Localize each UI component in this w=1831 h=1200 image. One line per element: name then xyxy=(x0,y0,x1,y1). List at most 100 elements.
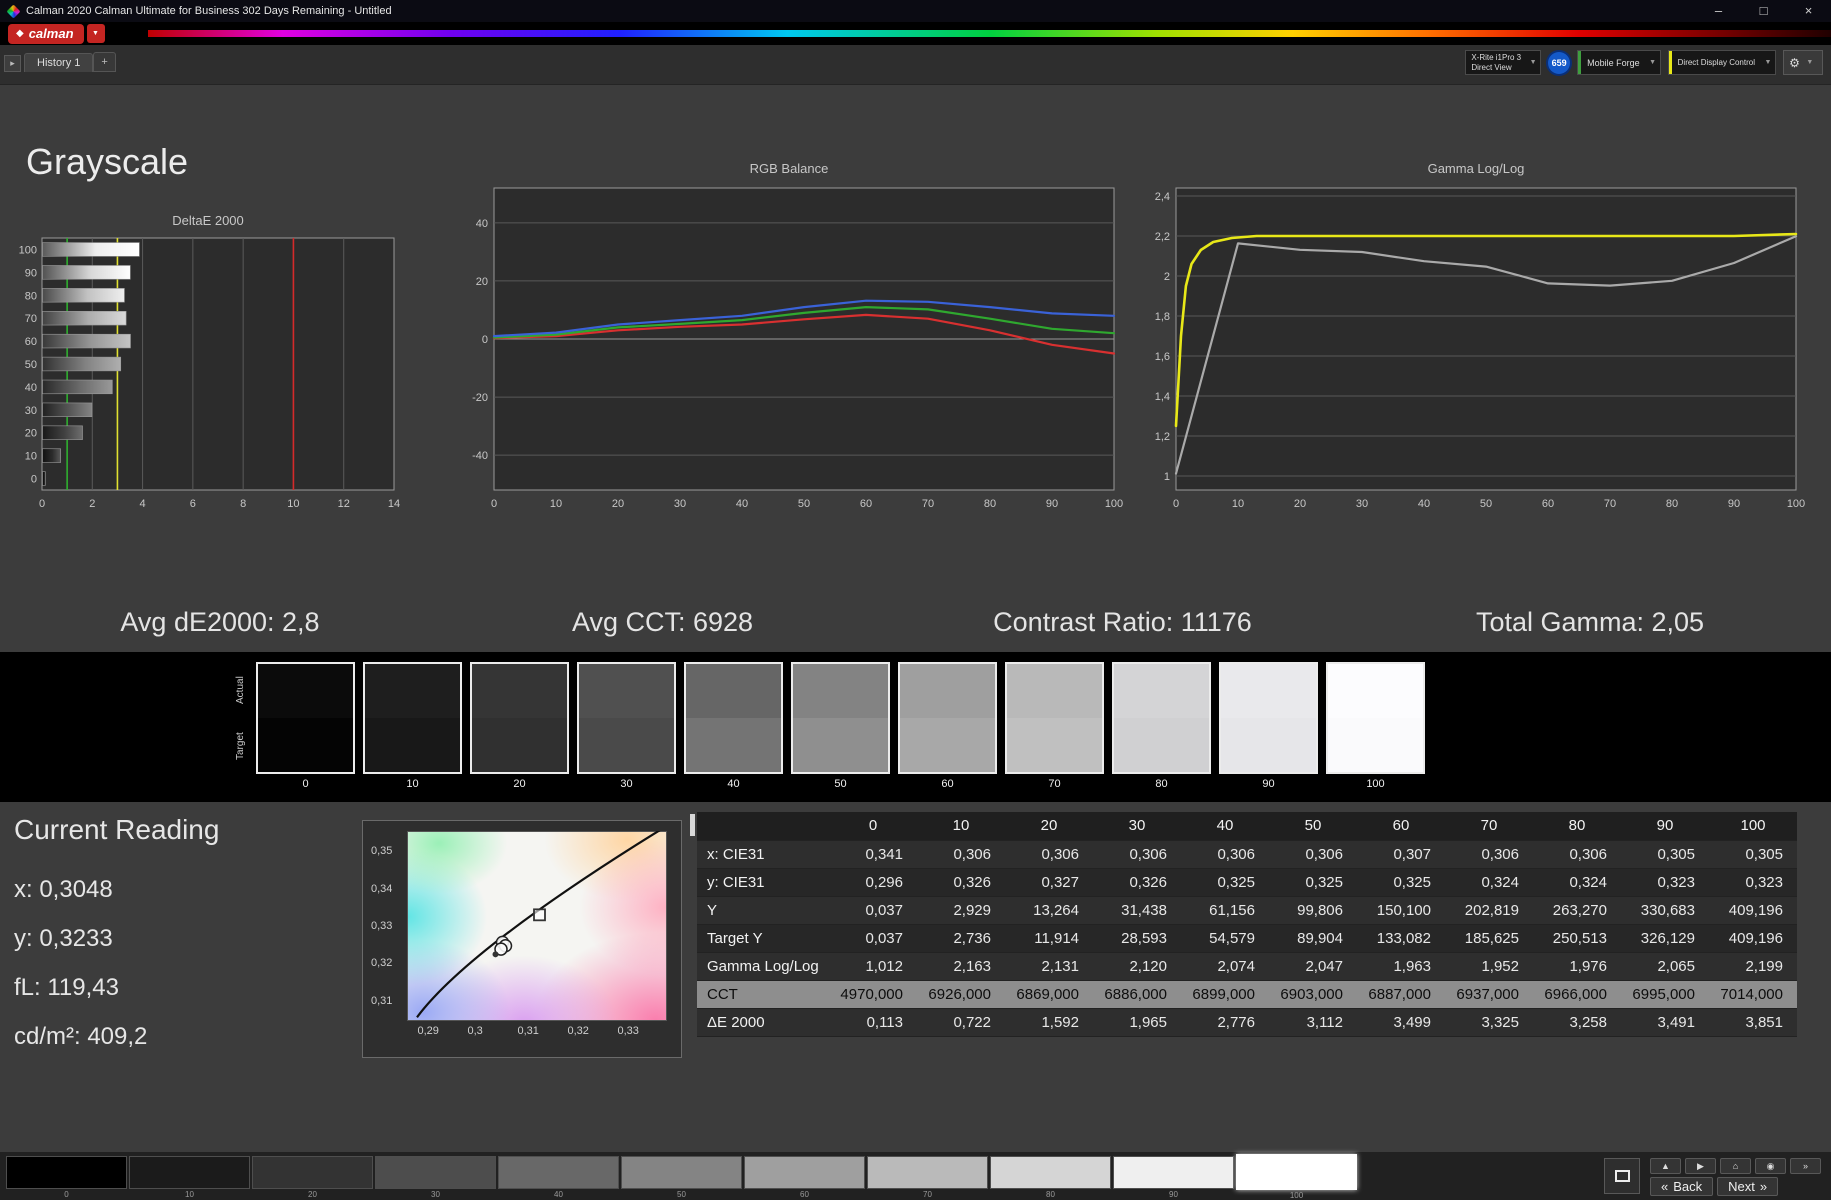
swatch-target-20 xyxy=(472,718,567,772)
swatch-label-60: 60 xyxy=(941,778,954,790)
back-button[interactable]: « Back xyxy=(1650,1177,1714,1196)
target-point-marker xyxy=(533,908,546,922)
row-label: Target Y xyxy=(697,924,829,953)
svg-text:10: 10 xyxy=(550,498,562,510)
pattern-level-button-30[interactable] xyxy=(375,1156,496,1189)
cell-value: 0,113 xyxy=(829,1008,917,1037)
table-row-x-cie31[interactable]: x: CIE31 0,341 0,306 0,306 0,306 0,306 0,306 0,… xyxy=(697,840,1797,869)
svg-text:20: 20 xyxy=(612,498,624,510)
pattern-level-button-70[interactable] xyxy=(867,1156,988,1189)
measured-point-small xyxy=(492,951,499,958)
cell-value: 3,491 xyxy=(1621,1008,1709,1037)
pattern-window-button[interactable] xyxy=(1604,1158,1640,1194)
cell-value: 0,341 xyxy=(829,840,917,869)
cell-value: 54,579 xyxy=(1181,924,1269,953)
meter-status-badge: 659 xyxy=(1548,51,1571,74)
cie-y-tick: 0,34 xyxy=(371,882,393,895)
deltae-bar-100 xyxy=(42,242,140,257)
minimize-button[interactable]: – xyxy=(1696,0,1741,22)
pattern-level-button-0[interactable] xyxy=(6,1156,127,1189)
calman-menu-dropdown[interactable]: ▼ xyxy=(86,24,105,43)
pattern-level-buttons: 0 10 20 30 40 50 60 70 80 90 100 xyxy=(6,1154,1357,1200)
swatch-axis-labels: Actual Target xyxy=(235,662,252,774)
title-bar: Calman 2020 Calman Ultimate for Business… xyxy=(0,0,1831,22)
display-control-selector[interactable]: Direct Display Control ▼ xyxy=(1667,50,1776,75)
cell-value: 0,306 xyxy=(1181,840,1269,869)
current-reading-title: Current Reading xyxy=(14,814,220,845)
source-selector[interactable]: Mobile Forge ▼ xyxy=(1577,50,1661,75)
column-header-20: 20 xyxy=(1005,812,1093,841)
svg-text:60: 60 xyxy=(860,498,872,510)
pattern-level-button-50[interactable] xyxy=(621,1156,742,1189)
next-button[interactable]: Next » xyxy=(1717,1177,1779,1196)
pattern-level-0: 0 xyxy=(6,1156,127,1200)
table-row-gamma-log-log[interactable]: Gamma Log/Log 1,012 2,163 2,131 2,120 2,074 2,… xyxy=(697,952,1797,981)
cell-value: 13,264 xyxy=(1005,896,1093,925)
swatch-90: 90 xyxy=(1219,662,1318,802)
measure-button[interactable]: ▶ xyxy=(1685,1158,1716,1174)
calman-logo[interactable]: ◆ calman ▼ xyxy=(8,23,105,44)
pattern-level-button-90[interactable] xyxy=(1113,1156,1234,1189)
table-row-y[interactable]: Y 0,037 2,929 13,264 31,438 61,156 99,806 150,1… xyxy=(697,896,1797,925)
tab-expander-button[interactable]: ▸ xyxy=(4,55,21,72)
lower-section: Current Reading x: 0,3048 y: 0,3233 fL: 11… xyxy=(0,802,1831,1152)
svg-text:50: 50 xyxy=(798,498,810,510)
cell-value: 0,326 xyxy=(917,868,1005,897)
svg-text:2: 2 xyxy=(89,498,95,510)
cell-value: 0,325 xyxy=(1357,868,1445,897)
meter-selector[interactable]: X-Rite i1Pro 3 Direct View ▼ xyxy=(1465,50,1542,75)
svg-text:40: 40 xyxy=(736,498,748,510)
pattern-level-label-30: 30 xyxy=(431,1190,440,1199)
settings-button[interactable]: ⚙ ▼ xyxy=(1783,50,1823,75)
cell-value: 28,593 xyxy=(1093,924,1181,953)
deltae-bar-60 xyxy=(42,333,131,349)
cell-value: 6995,000 xyxy=(1621,980,1709,1009)
pattern-level-20: 20 xyxy=(252,1156,373,1200)
svg-text:12: 12 xyxy=(338,498,350,510)
table-row-y-cie31[interactable]: y: CIE31 0,296 0,326 0,327 0,326 0,325 0,325 0,… xyxy=(697,868,1797,897)
eye-button[interactable]: ◉ xyxy=(1755,1158,1786,1174)
skip-button[interactable]: » xyxy=(1790,1158,1821,1174)
table-row--e-2000[interactable]: ΔE 2000 0,113 0,722 1,592 1,965 2,776 3,112 3,4… xyxy=(697,1008,1797,1037)
svg-text:80: 80 xyxy=(984,498,996,510)
deltae-bar-10 xyxy=(42,448,61,463)
pattern-level-100: 100 xyxy=(1236,1154,1357,1200)
tab-history-1[interactable]: History 1 xyxy=(24,53,94,72)
add-tab-button[interactable]: + xyxy=(93,52,116,72)
table-scrollbar[interactable] xyxy=(690,814,695,836)
swatch-80: 80 xyxy=(1112,662,1211,802)
svg-text:20: 20 xyxy=(476,276,488,288)
swatch-label-0: 0 xyxy=(302,778,309,790)
svg-text:1,8: 1,8 xyxy=(1155,311,1170,323)
close-button[interactable]: × xyxy=(1786,0,1831,22)
bottom-bar: 0 10 20 30 40 50 60 70 80 90 100 ▲ ▶ ⌂ ◉ » « Back Next » xyxy=(0,1152,1831,1200)
table-row-cct[interactable]: CCT 4970,000 6926,000 6869,000 6886,000 6899,… xyxy=(697,980,1797,1009)
pattern-level-button-10[interactable] xyxy=(129,1156,250,1189)
column-header-0: 0 xyxy=(829,812,917,841)
logo-bar: ◆ calman ▼ xyxy=(0,22,1831,45)
cell-value: 2,736 xyxy=(917,924,1005,953)
stat-0: Avg dE2000: 2,8 xyxy=(120,607,320,637)
svg-text:100: 100 xyxy=(19,244,37,256)
table-row-target-y[interactable]: Target Y 0,037 2,736 11,914 28,593 54,579 89,9… xyxy=(697,924,1797,953)
pattern-level-button-80[interactable] xyxy=(990,1156,1111,1189)
cie-chromaticity-panel: 0,35 0,34 0,33 0,32 0,31 0,29 0,3 0,31 0,32 0,33 xyxy=(362,820,682,1058)
eject-button[interactable]: ▲ xyxy=(1650,1158,1681,1174)
pattern-level-button-40[interactable] xyxy=(498,1156,619,1189)
svg-text:2: 2 xyxy=(1164,271,1170,283)
home-button[interactable]: ⌂ xyxy=(1720,1158,1751,1174)
aux-buttons: ▲ ▶ ⌂ ◉ » xyxy=(1650,1158,1821,1174)
pattern-level-button-100[interactable] xyxy=(1236,1154,1357,1190)
pattern-level-button-60[interactable] xyxy=(744,1156,865,1189)
svg-text:80: 80 xyxy=(1666,498,1678,510)
svg-text:1: 1 xyxy=(1164,471,1170,483)
swatch-actual-50 xyxy=(793,664,888,718)
cell-value: 409,196 xyxy=(1709,924,1797,953)
pattern-level-button-20[interactable] xyxy=(252,1156,373,1189)
cell-value: 3,325 xyxy=(1445,1008,1533,1037)
svg-text:20: 20 xyxy=(25,428,37,440)
maximize-button[interactable]: □ xyxy=(1741,0,1786,22)
cell-value: 6887,000 xyxy=(1357,980,1445,1009)
swatch-target-0 xyxy=(258,718,353,772)
swatch-label-30: 30 xyxy=(620,778,633,790)
